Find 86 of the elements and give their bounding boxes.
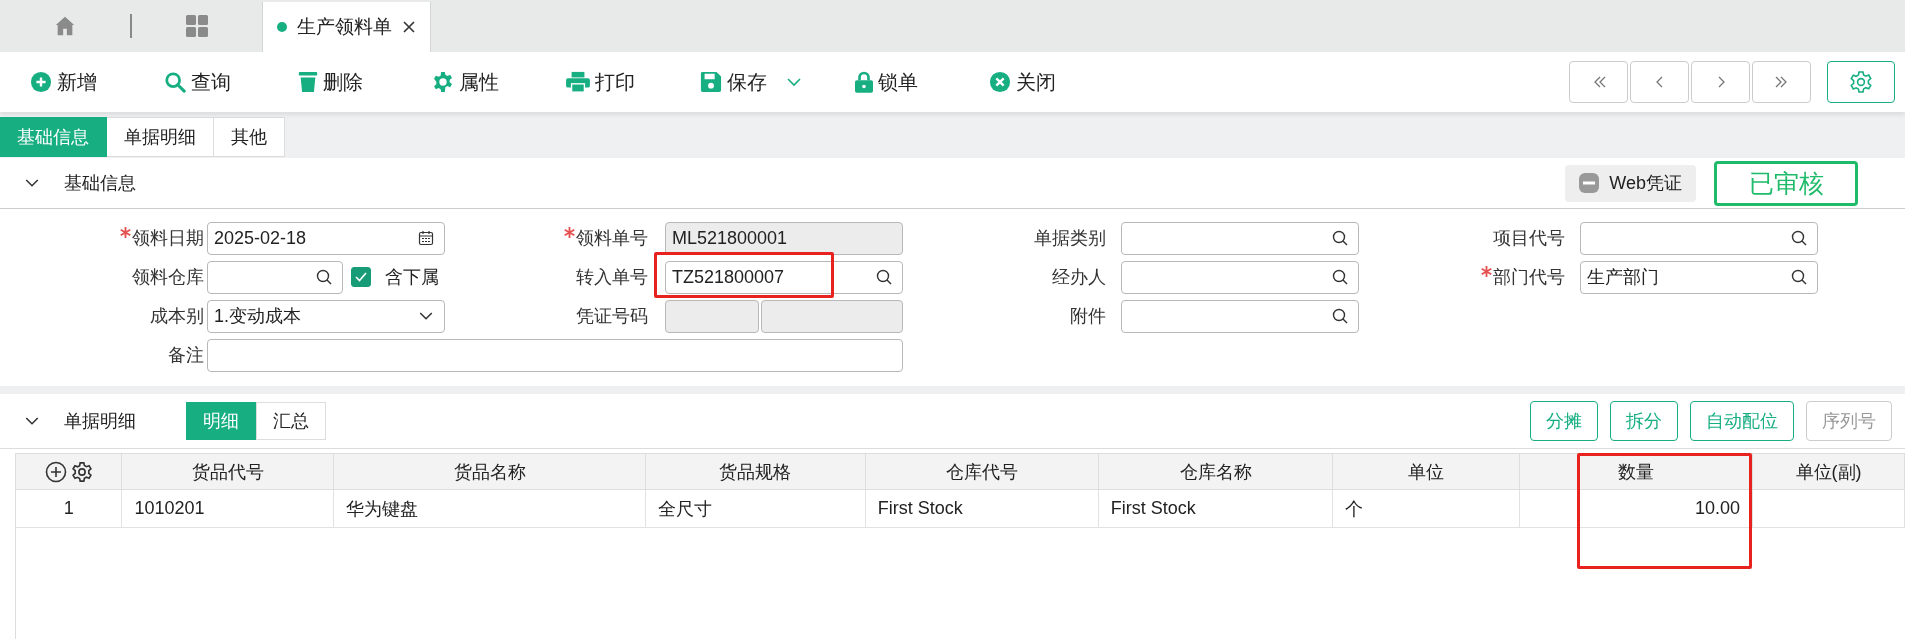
search-icon [164, 71, 186, 93]
chevron-down-icon [418, 311, 434, 321]
table-cell: First Stock [1098, 489, 1333, 528]
column-header[interactable]: 货品规格 [645, 453, 866, 490]
row-number: 1 [16, 489, 122, 528]
field-label: 经办人 [1051, 266, 1106, 289]
search-icon[interactable] [1332, 269, 1348, 285]
input-field[interactable] [1121, 221, 1359, 255]
section-tab[interactable]: 单据明细 [107, 117, 214, 157]
toolbar-button[interactable]: 属性 [432, 62, 566, 102]
settings-button[interactable] [1827, 61, 1895, 103]
view-tab[interactable]: 汇总 [256, 402, 326, 440]
search-icon[interactable] [876, 269, 892, 285]
printer-icon [566, 71, 590, 93]
required-asterisk-icon [1481, 266, 1492, 277]
table-cell: 10.00 [1519, 489, 1753, 528]
search-icon[interactable] [1791, 269, 1807, 285]
toolbar-button[interactable]: 关闭 [989, 62, 1123, 102]
web-voucher-button[interactable]: Web凭证 [1565, 164, 1696, 202]
dropdown[interactable]: 1.变动成本 [207, 299, 445, 333]
plus-circle-icon[interactable] [44, 460, 67, 483]
input-field[interactable]: TZ521800007 [665, 260, 903, 294]
document-tab[interactable]: 生产领料单 [262, 2, 431, 52]
required-asterisk-icon [120, 227, 131, 238]
gear-icon [432, 71, 454, 93]
status-stamp: 已审核 [1714, 160, 1858, 206]
input-field[interactable]: 2025-02-18 [207, 221, 445, 255]
field-label: 凭证号码 [575, 305, 648, 328]
padlock-icon [855, 71, 873, 93]
input-field[interactable] [1121, 299, 1359, 333]
input-field[interactable] [207, 338, 903, 372]
calendar-icon[interactable] [418, 230, 434, 246]
collapse-icon[interactable] [24, 178, 40, 188]
checkbox[interactable] [351, 267, 371, 287]
input-field[interactable] [1580, 221, 1818, 255]
close-icon[interactable] [402, 20, 416, 34]
table-cell: 全尺寸 [645, 489, 866, 528]
toolbar-button[interactable]: 删除 [298, 62, 432, 102]
required-asterisk-icon [564, 227, 575, 238]
column-header[interactable]: 仓库名称 [1098, 453, 1333, 490]
input-field[interactable]: 生产部门 [1580, 260, 1818, 294]
field-label: 部门代号 [1360, 265, 1565, 289]
close-icon [989, 71, 1011, 93]
input-field[interactable] [207, 260, 343, 294]
field-label: 领料日期 [0, 226, 204, 250]
home-icon[interactable] [54, 15, 76, 37]
field-label: 转入单号 [575, 266, 648, 289]
toolbar-button[interactable]: 新增 [30, 62, 164, 102]
grid-icon[interactable] [185, 14, 209, 38]
toolbar-button[interactable]: 打印 [566, 62, 700, 102]
field-label: 领料仓库 [131, 266, 204, 289]
trash-icon [298, 71, 318, 93]
search-icon[interactable] [316, 269, 332, 285]
checkbox-label: 含下属 [385, 266, 439, 289]
section-tab[interactable]: 其他 [214, 117, 285, 157]
column-header[interactable]: 仓库代号 [865, 453, 1099, 490]
settings-icon [1849, 70, 1873, 94]
input-field[interactable] [1121, 260, 1359, 294]
plus-circle-icon [30, 71, 52, 93]
toolbar-button[interactable]: 锁单 [855, 62, 989, 102]
column-header[interactable]: 货品代号 [121, 453, 334, 490]
column-header[interactable]: 单位 [1333, 453, 1520, 490]
table-cell: 个 [1333, 489, 1520, 528]
table-cell: First Stock [865, 489, 1099, 528]
section-title: 单据明细 [64, 410, 137, 433]
column-header[interactable]: 货品名称 [333, 453, 646, 490]
toolbar-button[interactable]: 保存 [700, 62, 855, 102]
column-header[interactable]: 单位(副) [1752, 453, 1905, 490]
toolbar-button[interactable]: 查询 [164, 62, 298, 102]
collapse-icon[interactable] [24, 416, 40, 426]
check-icon [355, 272, 367, 282]
input-field: ML521800001 [665, 221, 903, 255]
field-label: 领料单号 [445, 226, 648, 250]
status-dot-icon [277, 22, 287, 32]
search-icon[interactable] [1791, 230, 1807, 246]
settings-icon[interactable] [70, 460, 93, 483]
field-label: 附件 [1069, 305, 1106, 328]
table-cell: 华为键盘 [333, 489, 646, 528]
table-cell: 1010201 [121, 489, 334, 528]
field-label: 成本别 [149, 305, 204, 328]
field-label: 单据类别 [1033, 227, 1106, 250]
field-label: 备注 [167, 344, 204, 367]
search-icon[interactable] [1332, 308, 1348, 324]
search-icon[interactable] [1332, 230, 1348, 246]
field-label: 项目代号 [1492, 227, 1565, 250]
section-title: 基础信息 [64, 172, 136, 195]
